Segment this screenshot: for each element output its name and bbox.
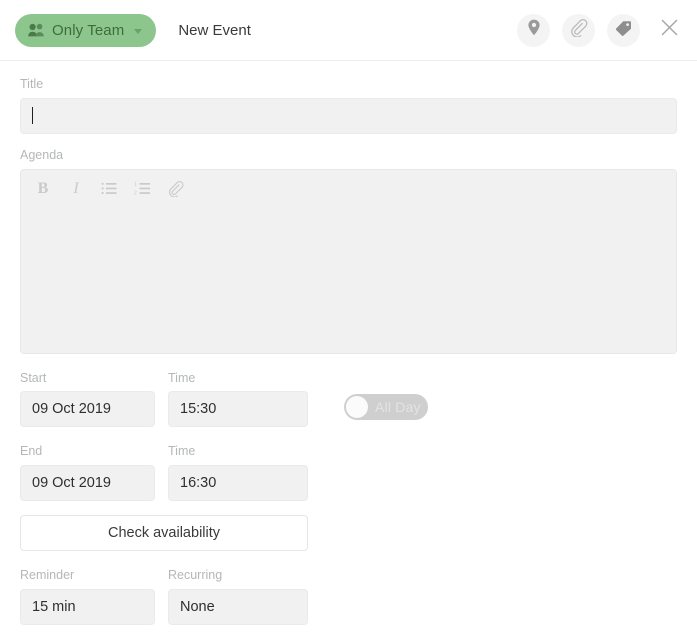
all-day-toggle-knob xyxy=(346,395,368,418)
tag-icon xyxy=(615,20,632,41)
all-day-label: All Day xyxy=(375,398,421,415)
all-day-group: All Day xyxy=(344,372,428,420)
agenda-input[interactable] xyxy=(21,208,676,353)
start-date-group: Start 09 Oct 2019 xyxy=(20,370,155,428)
recurring-label: Recurring xyxy=(168,568,223,582)
numbered-list-icon[interactable]: 1 2 xyxy=(134,179,151,199)
recurring-select[interactable]: None xyxy=(168,588,308,625)
location-button[interactable] xyxy=(517,13,550,47)
title-input[interactable] xyxy=(20,97,677,134)
audience-label: Only Team xyxy=(52,21,125,39)
reminder-select[interactable]: 15 min xyxy=(20,588,155,625)
svg-text:2: 2 xyxy=(134,191,137,196)
end-date-input[interactable]: 09 Oct 2019 xyxy=(20,465,155,501)
location-icon xyxy=(527,19,541,41)
end-time-group: Time 16:30 xyxy=(168,444,308,501)
dialog-header: Only Team New Event xyxy=(0,0,697,61)
attachment-icon[interactable] xyxy=(168,179,184,199)
check-availability-button[interactable]: Check availability xyxy=(20,515,308,551)
end-time-label: Time xyxy=(168,444,196,459)
agenda-toolbar: B I 1 2 xyxy=(21,170,676,208)
people-icon xyxy=(28,23,45,37)
end-row: End 09 Oct 2019 Time 16:30 xyxy=(20,444,677,501)
close-icon xyxy=(661,19,678,41)
reminder-group: Reminder 15 min xyxy=(20,568,155,625)
svg-text:1: 1 xyxy=(134,182,137,188)
close-button[interactable] xyxy=(655,16,683,44)
event-form: Title Agenda B I 1 2 Start 09 Oct 2019 T… xyxy=(0,61,697,625)
recurring-group: Recurring None xyxy=(168,568,308,625)
end-time-input[interactable]: 16:30 xyxy=(168,465,308,501)
audience-selector-button[interactable]: Only Team xyxy=(15,13,157,47)
agenda-field-group: Agenda B I 1 2 xyxy=(20,147,677,354)
start-date-input[interactable]: 09 Oct 2019 xyxy=(20,391,155,428)
start-time-label: Time xyxy=(168,370,196,385)
italic-icon[interactable]: I xyxy=(68,179,84,199)
attachment-icon xyxy=(570,18,588,42)
title-label: Title xyxy=(20,77,44,91)
start-time-group: Time 15:30 xyxy=(168,370,308,428)
end-date-label: End xyxy=(20,444,43,459)
agenda-editor-container: B I 1 2 xyxy=(20,168,677,354)
tag-button[interactable] xyxy=(607,13,640,47)
bullet-list-icon[interactable] xyxy=(101,179,117,199)
reminder-recurring-row: Reminder 15 min Recurring None xyxy=(20,568,677,625)
chevron-down-icon xyxy=(134,28,143,34)
attachment-button[interactable] xyxy=(562,13,595,47)
start-date-label: Start xyxy=(20,370,47,385)
all-day-toggle[interactable]: All Day xyxy=(344,393,428,420)
bold-icon[interactable]: B xyxy=(35,179,51,199)
end-date-group: End 09 Oct 2019 xyxy=(20,444,155,501)
agenda-label: Agenda xyxy=(20,147,64,162)
reminder-label: Reminder xyxy=(20,568,75,582)
header-actions xyxy=(517,13,683,47)
start-time-input[interactable]: 15:30 xyxy=(168,391,308,428)
page-title: New Event xyxy=(178,21,251,39)
title-field-group: Title xyxy=(20,77,677,134)
start-row: Start 09 Oct 2019 Time 15:30 All Day xyxy=(20,370,677,428)
text-cursor xyxy=(32,107,33,125)
